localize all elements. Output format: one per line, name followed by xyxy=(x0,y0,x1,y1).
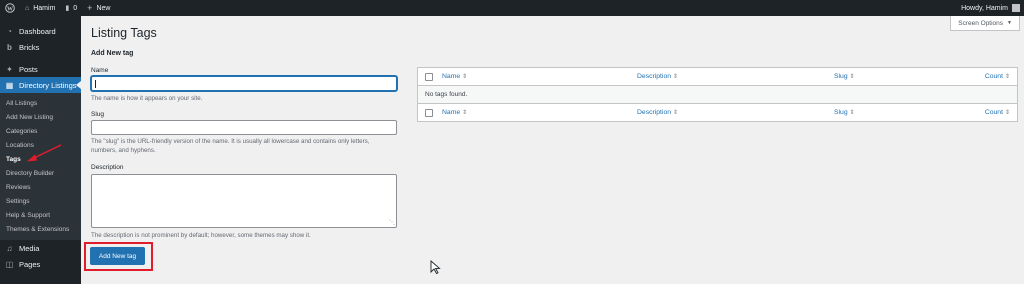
slug-label: Slug xyxy=(91,111,105,118)
submenu-item-settings[interactable]: Settings xyxy=(0,194,81,208)
screen-options-button[interactable]: Screen Options ▼ xyxy=(950,16,1020,31)
submenu-item-all-listings[interactable]: All Listings xyxy=(0,96,81,110)
wordpress-logo-icon[interactable]: W xyxy=(0,0,20,16)
name-label: Name xyxy=(91,67,109,74)
sidebar-item-label: Pages xyxy=(19,259,41,269)
select-all-checkbox-footer[interactable] xyxy=(425,108,433,117)
column-slug-header[interactable]: Slug ⇕ xyxy=(834,73,855,80)
directory-icon: ▦ xyxy=(5,80,14,90)
bricks-icon: b xyxy=(7,42,12,52)
sort-icon: ⇕ xyxy=(673,74,679,80)
main-content: Screen Options ▼ Listing Tags Add New ta… xyxy=(81,16,1024,284)
column-label: Name xyxy=(442,73,461,80)
caret-down-icon: ▼ xyxy=(1007,20,1012,26)
column-label: Name xyxy=(442,109,461,116)
empty-message: No tags found. xyxy=(425,91,468,98)
name-input[interactable] xyxy=(91,76,397,91)
tags-table: Name ⇕ Description ⇕ Slug ⇕ Count ⇕ No tags … xyxy=(417,67,1018,122)
sort-icon: ⇕ xyxy=(849,110,855,116)
sidebar-item-pages[interactable]: ◫ Pages xyxy=(0,256,81,272)
column-label: Count xyxy=(984,73,1003,80)
add-new-tag-button[interactable]: Add New tag xyxy=(90,247,145,265)
submenu-item-help-support[interactable]: Help & Support xyxy=(0,208,81,222)
description-label: Description xyxy=(91,164,124,171)
howdy-text: Howdy, Hamim xyxy=(961,4,1008,12)
column-name-footer[interactable]: Name ⇕ xyxy=(442,109,467,116)
column-label: Description xyxy=(637,73,671,80)
table-row: No tags found. xyxy=(418,86,1017,103)
submenu-item-reviews[interactable]: Reviews xyxy=(0,180,81,194)
column-count-header[interactable]: Count ⇕ xyxy=(985,73,1010,80)
submenu-item-categories[interactable]: Categories xyxy=(0,124,81,138)
sort-icon: ⇕ xyxy=(673,110,679,116)
table-footer-row: Name ⇕ Description ⇕ Slug ⇕ Count ⇕ xyxy=(418,103,1017,121)
column-count-footer[interactable]: Count ⇕ xyxy=(985,109,1010,116)
avatar xyxy=(1012,4,1020,12)
comments-link[interactable]: ▮ 0 xyxy=(60,0,82,16)
column-name-header[interactable]: Name ⇕ xyxy=(442,73,467,80)
dashboard-icon: ◔ xyxy=(7,26,12,36)
new-label: New xyxy=(96,4,111,12)
sort-icon: ⇕ xyxy=(1004,74,1010,80)
site-name-link[interactable]: ⌂ Hamim xyxy=(20,0,60,16)
sort-icon: ⇕ xyxy=(849,74,855,80)
select-all-checkbox[interactable] xyxy=(425,72,433,81)
admin-bar: W ⌂ Hamim ▮ 0 + New Howdy, Hamim xyxy=(0,0,1024,16)
slug-input[interactable] xyxy=(91,120,397,135)
name-help: The name is how it appears on your site. xyxy=(91,95,203,102)
sidebar-item-label: Bricks xyxy=(19,42,40,52)
description-help: The description is not prominent by defa… xyxy=(91,232,311,239)
plus-icon: + xyxy=(87,3,93,13)
comments-count: 0 xyxy=(73,4,78,12)
submenu-item-themes-extensions[interactable]: Themes & Extensions xyxy=(0,222,81,236)
column-label: Count xyxy=(984,109,1003,116)
table-header-row: Name ⇕ Description ⇕ Slug ⇕ Count ⇕ xyxy=(418,68,1017,86)
sidebar-item-posts[interactable]: ✦ Posts xyxy=(0,61,81,77)
submenu-item-add-new-listing[interactable]: Add New Listing xyxy=(0,110,81,124)
sidebar-item-label: Dashboard xyxy=(19,26,56,36)
sidebar-item-label: Posts xyxy=(19,64,38,74)
sidebar-item-label: Media xyxy=(19,243,40,253)
comment-icon: ▮ xyxy=(65,5,70,12)
sort-icon: ⇕ xyxy=(462,110,468,116)
sidebar-item-media[interactable]: ♫ Media xyxy=(0,240,81,256)
column-description-footer[interactable]: Description ⇕ xyxy=(637,109,678,116)
site-name: Hamim xyxy=(33,4,56,12)
home-icon: ⌂ xyxy=(25,4,30,12)
new-content-link[interactable]: + New xyxy=(82,0,115,16)
mouse-cursor-icon xyxy=(430,260,441,274)
svg-text:W: W xyxy=(7,6,13,12)
directory-submenu: All Listings Add New Listing Categories … xyxy=(0,93,81,240)
account-menu[interactable]: Howdy, Hamim xyxy=(956,0,1024,16)
sidebar-item-label: Directory Listings xyxy=(19,80,77,90)
red-arrow-annotation xyxy=(27,144,62,162)
media-icon: ♫ xyxy=(6,243,13,253)
text-caret xyxy=(95,80,96,88)
pushpin-icon: ✦ xyxy=(6,64,13,74)
sort-icon: ⇕ xyxy=(1004,110,1010,116)
sidebar-item-dashboard[interactable]: ◔ Dashboard xyxy=(0,23,81,39)
page-title: Listing Tags xyxy=(91,26,157,40)
resize-handle-icon[interactable]: ⋱ xyxy=(389,220,395,226)
pages-icon: ◫ xyxy=(5,259,14,269)
submenu-item-directory-builder[interactable]: Directory Builder xyxy=(0,166,81,180)
column-label: Slug xyxy=(834,109,848,116)
description-textarea[interactable]: ⋱ xyxy=(91,174,397,228)
column-description-header[interactable]: Description ⇕ xyxy=(637,73,678,80)
screen-options-label: Screen Options xyxy=(958,19,1004,27)
column-label: Slug xyxy=(834,73,848,80)
slug-help: The "slug" is the URL-friendly version o… xyxy=(91,138,370,154)
sidebar-item-bricks[interactable]: b Bricks xyxy=(0,39,81,55)
column-label: Description xyxy=(637,109,671,116)
form-title: Add New tag xyxy=(91,50,134,57)
sidebar-item-directory-listings[interactable]: ▦ Directory Listings xyxy=(0,77,81,93)
column-slug-footer[interactable]: Slug ⇕ xyxy=(834,109,855,116)
sort-icon: ⇕ xyxy=(462,74,468,80)
